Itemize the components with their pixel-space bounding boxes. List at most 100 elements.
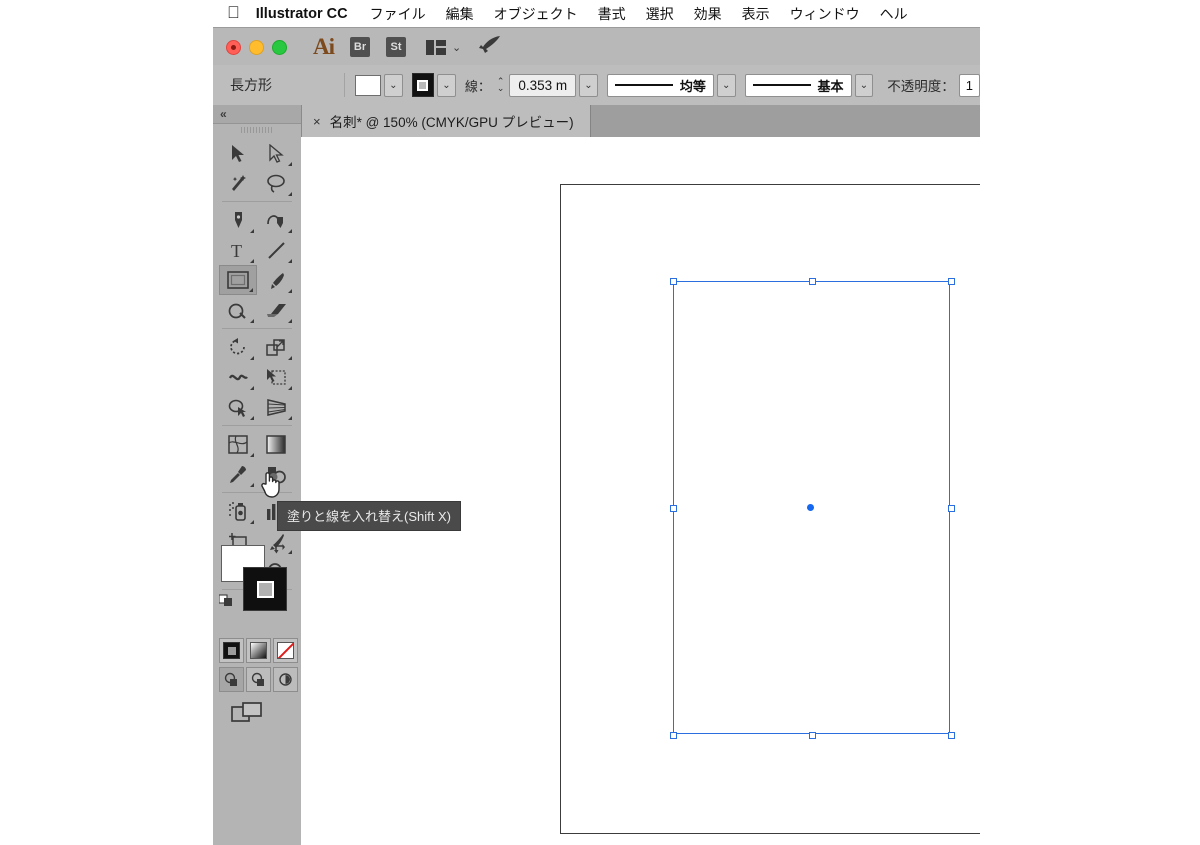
close-icon[interactable]: × xyxy=(313,114,321,129)
line-segment-icon xyxy=(267,241,285,259)
stroke-color-swatch[interactable] xyxy=(411,73,435,97)
tool-line-segment[interactable] xyxy=(257,235,295,265)
control-bar: 長方形 ⌄ ⌄ 線： ⌃ ⌄ 0.353 m ⌄ 均等 ⌄ 基本 ⌄ 不透明度：… xyxy=(213,65,980,106)
lasso-icon xyxy=(267,174,285,193)
opacity-input[interactable]: 1 xyxy=(958,73,980,97)
stroke-weight-stepper[interactable]: ⌃ ⌄ xyxy=(497,77,505,93)
none-button[interactable] xyxy=(273,638,298,663)
tool-flyout-corner-icon xyxy=(250,386,254,390)
menu-item-help[interactable]: ヘル xyxy=(880,4,908,24)
draw-mode-buttons xyxy=(219,667,300,692)
handle-top-left[interactable] xyxy=(670,278,677,285)
menu-item-select[interactable]: 選択 xyxy=(646,4,674,24)
tool-mesh[interactable] xyxy=(219,429,257,459)
handle-bottom-center[interactable] xyxy=(809,732,816,739)
collapse-panel-button[interactable]: « xyxy=(213,105,301,124)
opacity-label: 不透明度： xyxy=(887,79,955,94)
handle-top-right[interactable] xyxy=(948,278,955,285)
tooltip-text: 塗りと線を入れ替え(Shift X) xyxy=(287,509,451,524)
eyedropper-icon xyxy=(229,465,246,483)
arrange-documents-icon xyxy=(426,39,446,55)
title-bar: Ai Br St ⌄ xyxy=(213,27,980,67)
draw-normal-button[interactable] xyxy=(219,667,244,692)
handle-middle-left[interactable] xyxy=(670,505,677,512)
profile-chevron-down-icon[interactable]: ⌄ xyxy=(716,73,736,97)
tool-perspective-grid[interactable] xyxy=(257,392,295,422)
tool-free-transform[interactable] xyxy=(257,362,295,392)
stroke-weight-chevron-down-icon[interactable]: ⌄ xyxy=(579,73,598,97)
tool-shape-builder[interactable] xyxy=(219,392,257,422)
divider xyxy=(344,73,345,97)
handle-bottom-left[interactable] xyxy=(670,732,677,739)
tool-flyout-corner-icon xyxy=(288,289,292,293)
shaper-icon xyxy=(228,303,246,319)
draw-behind-button[interactable] xyxy=(246,667,271,692)
tool-type[interactable]: T xyxy=(219,235,257,265)
bridge-button[interactable]: Br xyxy=(350,37,370,57)
apple-icon[interactable]:  xyxy=(227,4,240,21)
panel-grip[interactable] xyxy=(241,127,273,133)
menu-app-name[interactable]: Illustrator CC xyxy=(256,6,348,22)
menu-item-edit[interactable]: 編集 xyxy=(446,4,474,24)
stroke-profile-select[interactable]: 均等 xyxy=(606,73,714,97)
magic-wand-icon xyxy=(231,174,246,191)
brush-definition-select[interactable]: 基本 xyxy=(744,73,852,97)
tool-symbol-sprayer[interactable] xyxy=(219,496,257,526)
tool-curvature[interactable] xyxy=(257,205,295,235)
tool-scale[interactable] xyxy=(257,332,295,362)
color-button[interactable] xyxy=(219,638,244,663)
arrange-documents-button[interactable]: ⌄ xyxy=(426,39,461,55)
svg-text:T: T xyxy=(231,241,242,260)
tool-flyout-corner-icon xyxy=(249,288,253,292)
fill-chevron-down-icon[interactable]: ⌄ xyxy=(384,73,403,97)
draw-inside-button[interactable] xyxy=(273,667,298,692)
brush-line-icon xyxy=(752,84,811,86)
tool-flyout-corner-icon xyxy=(288,319,292,323)
canvas-area[interactable] xyxy=(301,137,980,845)
fill-color-swatch[interactable] xyxy=(354,74,382,96)
tool-rectangle[interactable] xyxy=(219,265,257,295)
tool-rotate[interactable] xyxy=(219,332,257,362)
tool-magic-wand[interactable] xyxy=(219,168,257,198)
stock-button[interactable]: St xyxy=(386,37,406,57)
menu-item-effect[interactable]: 効果 xyxy=(694,4,722,24)
handle-bottom-right[interactable] xyxy=(948,732,955,739)
close-button[interactable] xyxy=(226,39,241,55)
brush-chevron-down-icon[interactable]: ⌄ xyxy=(854,73,874,97)
document-tab[interactable]: × 名刺* @ 150% (CMYK/GPU プレビュー) xyxy=(301,105,591,137)
menu-item-object[interactable]: オブジェクト xyxy=(494,4,578,24)
swap-fill-stroke-icon[interactable] xyxy=(273,541,289,562)
tool-flyout-corner-icon xyxy=(250,356,254,360)
tool-selection[interactable] xyxy=(219,138,257,168)
zoom-button[interactable] xyxy=(272,39,287,55)
tool-pen[interactable] xyxy=(219,205,257,235)
tool-eyedropper[interactable] xyxy=(219,459,257,489)
tool-direct-selection[interactable] xyxy=(257,138,295,168)
tool-shaper[interactable] xyxy=(219,295,257,325)
handle-top-center[interactable] xyxy=(809,278,816,285)
tool-eraser[interactable] xyxy=(257,295,295,325)
screen-mode-button[interactable] xyxy=(231,701,263,728)
selection-type-label: 長方形 xyxy=(230,77,272,93)
handle-middle-right[interactable] xyxy=(948,505,955,512)
tool-lasso[interactable] xyxy=(257,168,295,198)
tool-width[interactable] xyxy=(219,362,257,392)
tool-flyout-corner-icon xyxy=(250,229,254,233)
tool-flyout-corner-icon xyxy=(288,416,292,420)
menu-item-file[interactable]: ファイル xyxy=(370,4,426,24)
menu-item-type[interactable]: 書式 xyxy=(598,4,626,24)
gradient-button[interactable] xyxy=(246,638,271,663)
selection-center-point xyxy=(807,504,814,511)
menu-item-view[interactable]: 表示 xyxy=(742,4,770,24)
stepper-down-icon[interactable]: ⌄ xyxy=(497,84,505,93)
minimize-button[interactable] xyxy=(249,39,264,55)
illustrator-window:  Illustrator CC ファイル 編集 オブジェクト 書式 選択 効果… xyxy=(213,0,980,845)
rocket-icon[interactable] xyxy=(478,35,502,60)
tool-paintbrush[interactable] xyxy=(257,265,295,295)
menu-item-window[interactable]: ウィンドウ xyxy=(790,4,860,24)
stroke-swatch[interactable] xyxy=(243,567,287,611)
stroke-weight-input[interactable]: 0.353 m xyxy=(509,73,577,97)
stroke-chevron-down-icon[interactable]: ⌄ xyxy=(437,73,456,97)
default-fill-stroke-icon[interactable] xyxy=(218,592,234,612)
tool-gradient[interactable] xyxy=(257,429,295,459)
